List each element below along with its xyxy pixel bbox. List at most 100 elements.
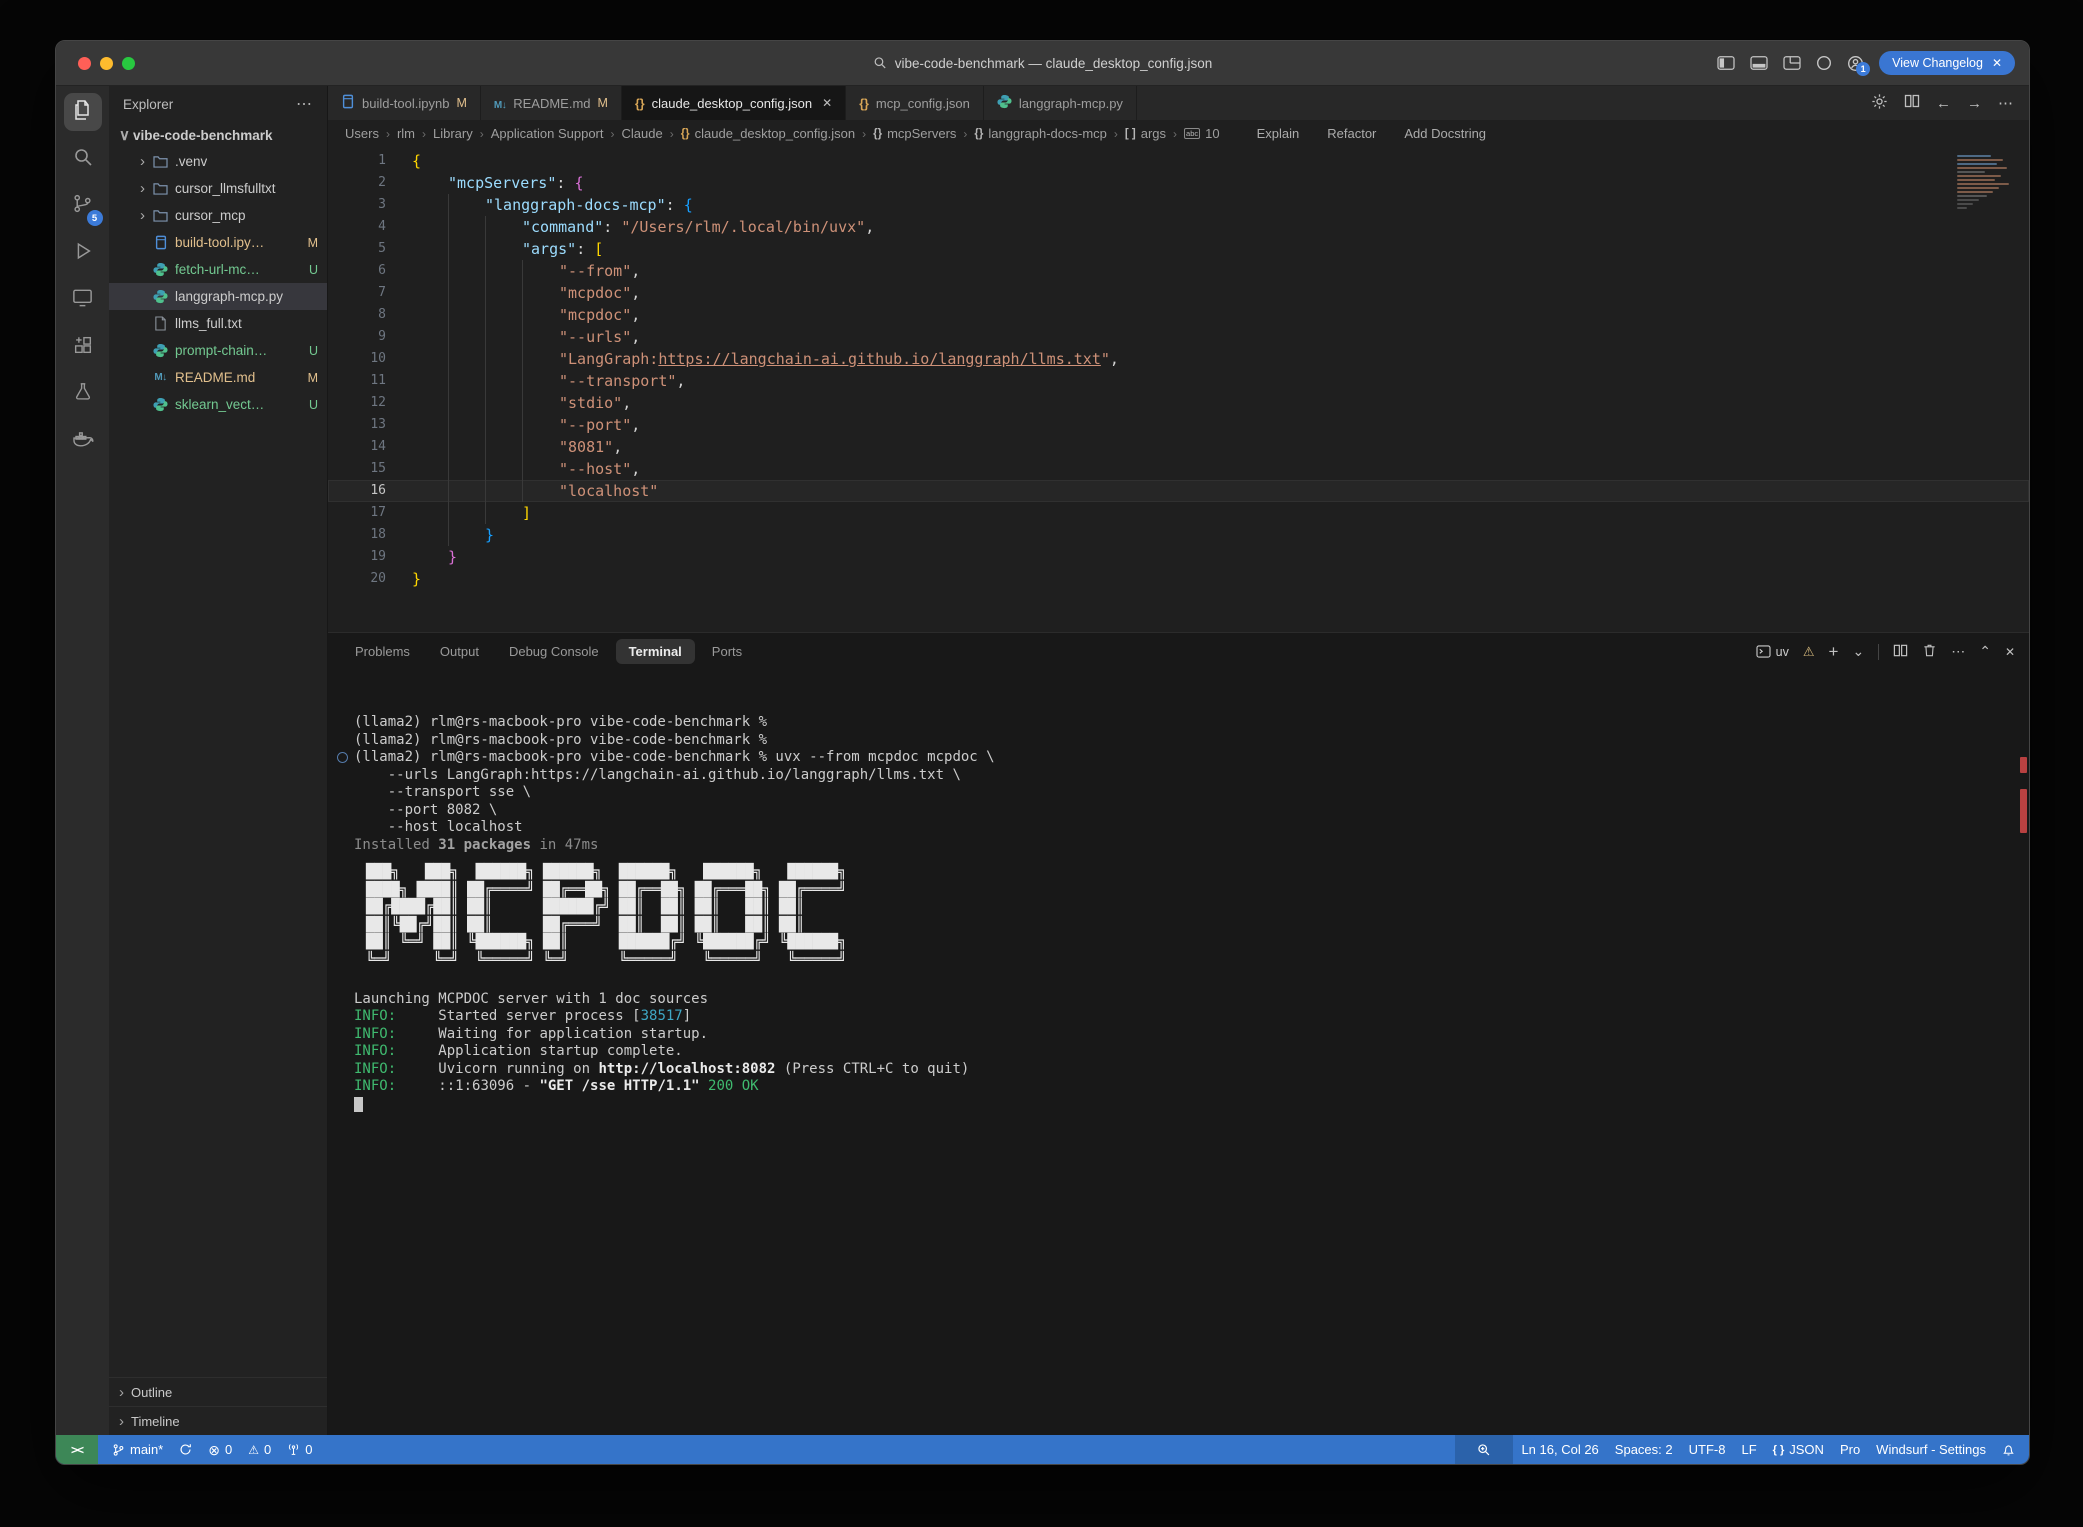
panel-tab-debug-console[interactable]: Debug Console (496, 639, 612, 664)
statusbar-item-0[interactable]: ⚠0 (240, 1435, 279, 1464)
statusbar-item-windsurf-settings[interactable]: Windsurf - Settings (1868, 1435, 1994, 1464)
more-actions-icon[interactable]: ⋯ (1998, 94, 2013, 112)
breadcrumb-item[interactable]: {}mcpServers (873, 126, 956, 141)
folder-item[interactable]: ›cursor_llmsfulltxt (109, 175, 327, 202)
code-lens-action[interactable]: Add Docstring (1404, 126, 1486, 141)
activitybar-explorer[interactable] (64, 93, 102, 131)
file-item[interactable]: prompt-chain…U (109, 337, 327, 364)
customize-layout-icon[interactable] (1783, 55, 1801, 71)
statusbar-item-ln-16-col-26[interactable]: Ln 16, Col 26 (1513, 1435, 1606, 1464)
file-item[interactable]: M↓README.mdM (109, 364, 327, 391)
statusbar-item-main-[interactable]: main* (104, 1435, 171, 1464)
statusbar-item-spaces-2[interactable]: Spaces: 2 (1607, 1435, 1681, 1464)
tree-root[interactable]: ∨ vibe-code-benchmark (109, 122, 327, 148)
file-item[interactable]: llms_full.txt (109, 310, 327, 337)
terminal-token: ] (683, 1008, 691, 1024)
file-item[interactable]: build-tool.ipy…M (109, 229, 327, 256)
breadcrumb-item[interactable]: {}langgraph-docs-mcp (974, 126, 1106, 141)
remote-indicator[interactable]: >< (56, 1435, 98, 1464)
close-panel-icon[interactable]: ✕ (2005, 645, 2015, 659)
code-text: } (386, 546, 457, 568)
code-lens-action[interactable]: Refactor (1327, 126, 1376, 141)
statusbar-item[interactable] (171, 1435, 200, 1464)
split-terminal-icon[interactable] (1893, 643, 1908, 661)
panel-tab-output[interactable]: Output (427, 639, 492, 664)
breadcrumb-item[interactable]: abc10 (1184, 126, 1220, 141)
split-editor-icon[interactable] (1904, 93, 1920, 113)
statusbar-item[interactable] (1994, 1435, 2023, 1464)
new-terminal-icon[interactable]: + (1829, 642, 1839, 662)
file-item[interactable]: langgraph-mcp.py (109, 283, 327, 310)
terminal-profile[interactable]: uv (1756, 645, 1789, 659)
go-back-icon[interactable]: ← (1936, 95, 1951, 112)
minimize-window-button[interactable] (100, 57, 113, 70)
editor-tab[interactable]: build-tool.ipynbM (328, 86, 481, 120)
go-forward-icon[interactable]: → (1967, 95, 1982, 112)
view-changelog-button[interactable]: View Changelog ✕ (1879, 51, 2015, 75)
close-tab-icon[interactable]: ✕ (822, 96, 832, 110)
indent-guide (448, 458, 485, 480)
folder-item[interactable]: ›.venv (109, 148, 327, 175)
code-token: } (485, 524, 494, 546)
breadcrumb-item[interactable]: {}claude_desktop_config.json (681, 126, 855, 141)
folder-item[interactable]: ›cursor_mcp (109, 202, 327, 229)
code-editor[interactable]: 1{2"mcpServers": {3"langgraph-docs-mcp":… (328, 147, 2029, 632)
maximize-panel-icon[interactable]: ⌃ (1979, 643, 1991, 660)
activitybar-source-control[interactable]: 5 (64, 187, 102, 225)
breadcrumb-item[interactable]: Claude (622, 126, 663, 141)
code-text: "command": "/Users/rlm/.local/bin/uvx", (386, 216, 874, 238)
breadcrumb-item[interactable]: Library (433, 126, 473, 141)
editor-tab[interactable]: M↓README.mdM (481, 86, 622, 120)
activitybar-run-debug[interactable] (64, 234, 102, 272)
activitybar-extensions[interactable] (64, 328, 102, 366)
statusbar-item-0[interactable]: ⊗0 (200, 1435, 240, 1464)
editor-tab[interactable]: {}claude_desktop_config.json✕ (622, 86, 846, 120)
kill-terminal-icon[interactable] (1922, 643, 1937, 661)
command-center[interactable]: vibe-code-benchmark — claude_desktop_con… (873, 41, 1212, 85)
git-status-badge: U (303, 344, 318, 358)
file-item[interactable]: sklearn_vect…U (109, 391, 327, 418)
breadcrumb-item[interactable]: Application Support (491, 126, 604, 141)
command-decoration-icon[interactable] (337, 752, 348, 763)
statusbar-item-0[interactable]: 0 (279, 1435, 320, 1464)
timeline-section[interactable]: › Timeline (109, 1406, 327, 1435)
dismiss-changelog-icon[interactable]: ✕ (1992, 56, 2002, 70)
terminal-dropdown-icon[interactable]: ⌄ (1852, 643, 1864, 660)
toggle-panel-icon[interactable] (1750, 55, 1768, 71)
activitybar-remote-explorer[interactable] (64, 281, 102, 319)
indent-guide (412, 370, 448, 392)
statusbar-item-pro[interactable]: Pro (1832, 1435, 1868, 1464)
statusbar-item-lf[interactable]: LF (1733, 1435, 1764, 1464)
panel-tab-ports[interactable]: Ports (699, 639, 755, 664)
terminal[interactable]: (llama2) rlm@rs-macbook-pro vibe-code-be… (328, 670, 2029, 1435)
panel-more-icon[interactable]: ⋯ (1951, 643, 1965, 660)
activitybar-docker[interactable] (64, 422, 102, 460)
zoom-window-button[interactable] (122, 57, 135, 70)
settings-gear-icon[interactable] (1871, 93, 1888, 114)
close-window-button[interactable] (78, 57, 91, 70)
account-icon[interactable]: 1 (1847, 55, 1864, 72)
statusbar-item-utf-8[interactable]: UTF-8 (1681, 1435, 1734, 1464)
panel-tab-problems[interactable]: Problems (342, 639, 423, 664)
outline-section[interactable]: › Outline (109, 1377, 327, 1406)
minimap[interactable] (1957, 155, 2013, 209)
line-number: 4 (328, 216, 386, 238)
terminal-warning-icon[interactable]: ⚠ (1803, 644, 1815, 660)
editor-tab[interactable]: {}mcp_config.json (846, 86, 984, 120)
statusbar-item-json[interactable]: { }JSON (1765, 1435, 1832, 1464)
activitybar-testing[interactable] (64, 375, 102, 413)
terminal-token: "GET /sse HTTP/1.1" (539, 1078, 699, 1094)
panel-tab-terminal[interactable]: Terminal (616, 639, 695, 664)
breadcrumb-item[interactable]: Users (345, 126, 379, 141)
breadcrumb-item[interactable]: [ ]args (1125, 126, 1166, 141)
editor-tab[interactable]: langgraph-mcp.py (984, 86, 1137, 120)
statusbar-item[interactable] (1455, 1435, 1513, 1464)
activitybar-search[interactable] (64, 140, 102, 178)
breadcrumb-item[interactable]: rlm (397, 126, 415, 141)
file-item[interactable]: fetch-url-mc…U (109, 256, 327, 283)
cascade-icon[interactable] (1816, 55, 1832, 71)
code-token: "langgraph-docs-mcp" (485, 194, 666, 216)
toggle-primary-sidebar-icon[interactable] (1717, 55, 1735, 71)
code-lens-action[interactable]: Explain (1257, 126, 1300, 141)
explorer-more-actions-icon[interactable]: ⋯ (296, 94, 313, 114)
